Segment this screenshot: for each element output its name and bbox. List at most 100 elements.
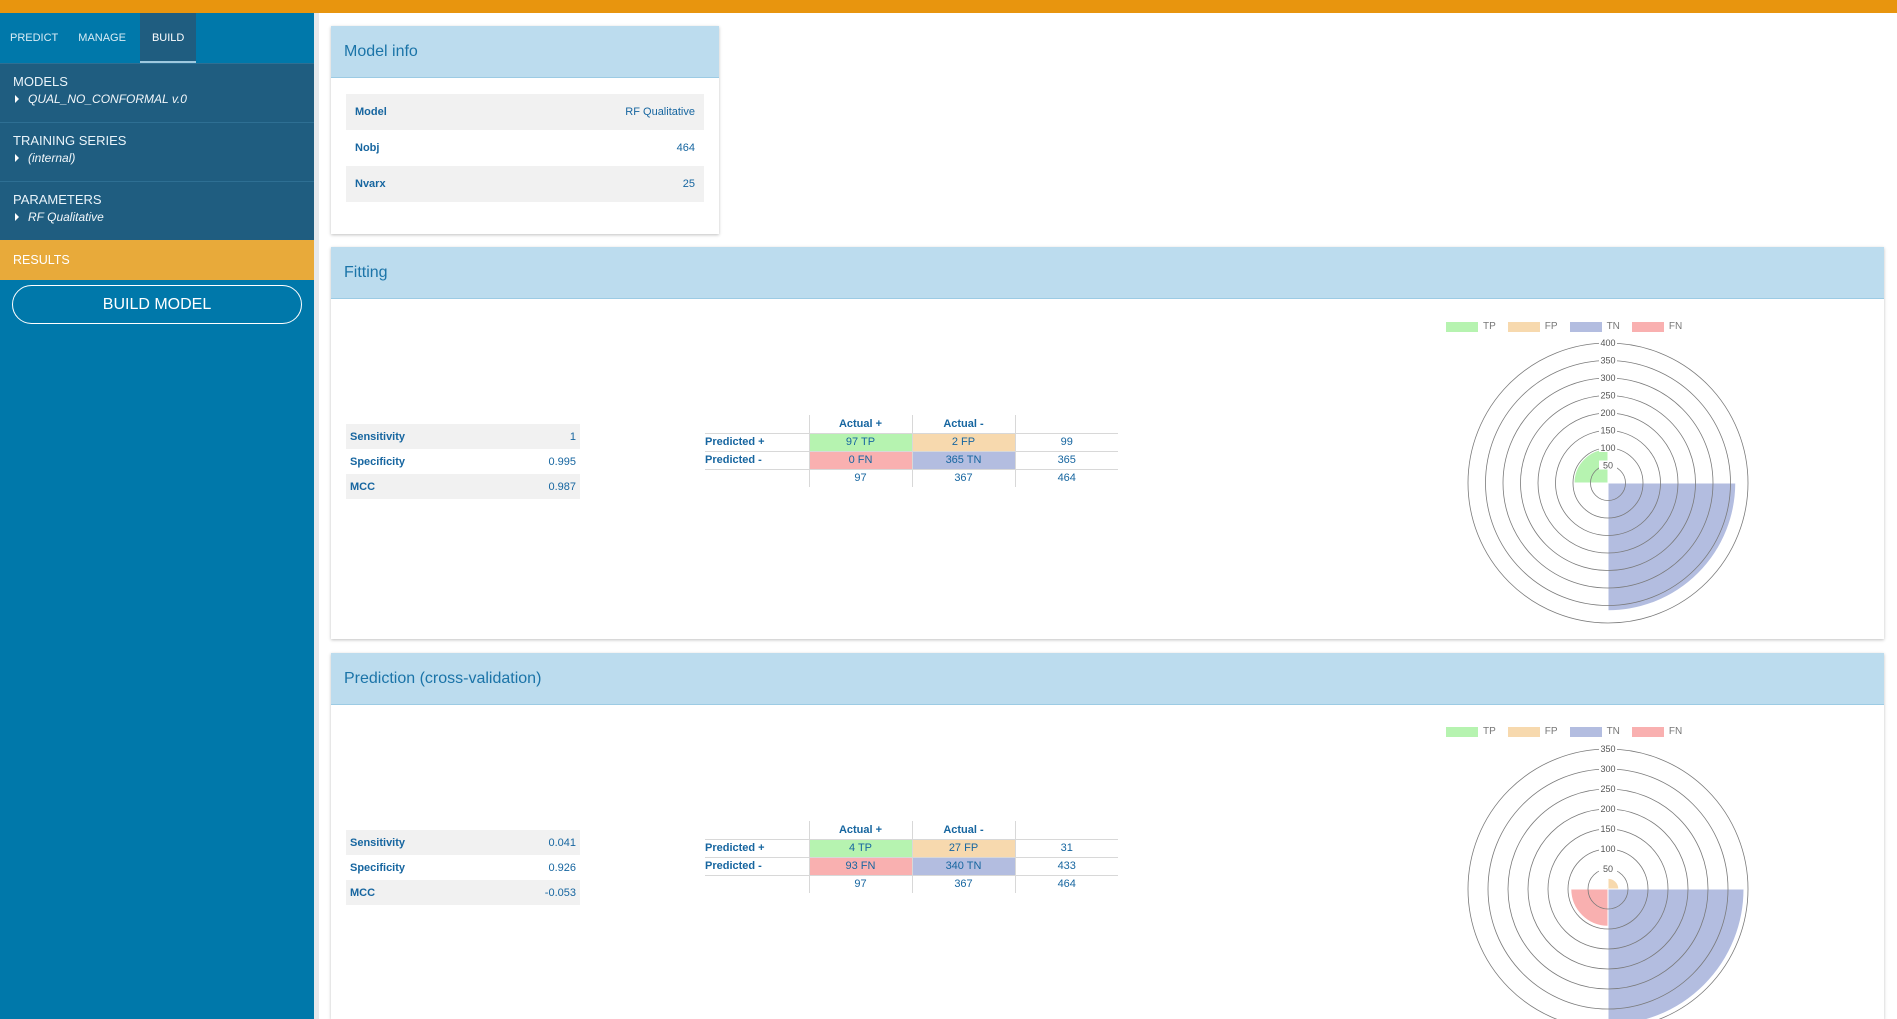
fitting-confusion-matrix: Actual + Actual - Predicted +97 TP 2 FP 99 … <box>705 415 1118 487</box>
tick-label: 150 <box>1600 426 1615 436</box>
parameters-value[interactable]: RF Qualitative <box>13 210 301 224</box>
top-accent-bar <box>0 0 1897 13</box>
specificity-label: Specificity <box>350 455 406 468</box>
training-value[interactable]: (internal) <box>13 151 301 165</box>
polar-wedge-tn[interactable] <box>1607 888 1745 1019</box>
specificity-value: 0.995 <box>548 455 576 468</box>
cell-row-total: 365 <box>1015 450 1118 469</box>
parameters-value-text: RF Qualitative <box>28 210 104 224</box>
table-row: Predicted -93 FN 340 TN 433 <box>705 856 1118 875</box>
mcc-value: 0.987 <box>495 474 580 499</box>
parameters-heading: PARAMETERS <box>13 192 102 207</box>
polar-wedge-fp[interactable] <box>1607 877 1620 890</box>
tab-predict[interactable]: PREDICT <box>0 13 68 63</box>
fitting-chart-legend: TP FP TN FN <box>1446 321 1682 332</box>
nvarx-value: 25 <box>475 166 704 202</box>
polar-wedge-fn[interactable] <box>1570 888 1609 927</box>
models-value[interactable]: QUAL_NO_CONFORMAL v.0 <box>13 92 301 106</box>
fitting-card: Fitting Sensitivity 1 Specificity 0.995 MC… <box>331 247 1884 639</box>
fitting-metrics-table: Sensitivity 1 Specificity 0.995 MCC 0.987 <box>346 424 580 499</box>
table-row: Predicted +97 TP 2 FP 99 <box>705 432 1118 451</box>
prediction-metrics-table: Sensitivity 0.041 Specificity 0.926 MCC -0.… <box>346 830 580 905</box>
table-row: Specificity 0.926 <box>346 855 580 880</box>
nobj-label: Nobj <box>355 142 380 154</box>
polar-wedge-tn[interactable] <box>1607 482 1737 612</box>
row-label-pred-neg: Predicted - <box>705 856 810 875</box>
header-actual-neg: Actual - <box>912 415 1016 433</box>
table-row: Predicted -0 FN 365 TN 365 <box>705 450 1118 469</box>
legend-tn[interactable]: TN <box>1569 321 1620 332</box>
tick-label: 250 <box>1600 784 1615 794</box>
cell-col-total: 97 <box>809 468 913 487</box>
legend-fn[interactable]: FN <box>1631 321 1682 332</box>
sidebar-item-parameters[interactable]: PARAMETERS RF Qualitative <box>0 181 314 240</box>
sidebar-item-models[interactable]: MODELS QUAL_NO_CONFORMAL v.0 <box>0 63 314 122</box>
sidebar-item-results[interactable]: RESULTS <box>0 240 314 280</box>
sensitivity-label: Sensitivity <box>346 424 496 449</box>
prediction-title: Prediction (cross-validation) <box>331 653 1884 705</box>
fitting-polar-chart: 50 100 150 200 250 300 350 400 <box>1467 338 1749 624</box>
header-actual-neg: Actual - <box>912 821 1016 839</box>
table-row: MCC 0.987 <box>346 474 580 499</box>
legend-tp[interactable]: TP <box>1446 726 1496 737</box>
legend-fp[interactable]: FP <box>1507 321 1558 332</box>
cell-fn: 93 FN <box>809 856 913 875</box>
caret-right-icon <box>15 95 19 103</box>
table-row: Nvarx 25 <box>346 166 704 202</box>
model-label: Model <box>346 94 476 130</box>
model-value: RF Qualitative <box>475 94 704 130</box>
sidebar-item-training-series[interactable]: TRAINING SERIES (internal) <box>0 122 314 181</box>
caret-right-icon <box>15 213 19 221</box>
build-model-button[interactable]: BUILD MODEL <box>12 285 302 324</box>
tick-label: 150 <box>1600 824 1615 834</box>
tick-label: 300 <box>1600 764 1615 774</box>
sidebar: PREDICT MANAGE BUILD MODELS QUAL_NO_CONF… <box>0 13 314 1019</box>
table-row: Sensitivity 1 <box>346 424 580 449</box>
tick-label: 200 <box>1600 804 1615 814</box>
tick-label: 100 <box>1600 443 1615 453</box>
tick-label: 400 <box>1600 338 1615 348</box>
tab-manage[interactable]: MANAGE <box>68 13 136 63</box>
cell-tp: 97 TP <box>809 432 913 451</box>
specificity-label: Specificity <box>350 861 406 874</box>
table-row: Specificity 0.995 <box>346 449 580 474</box>
cell-tp: 4 TP <box>809 838 913 857</box>
cell-grand-total: 464 <box>1015 468 1118 487</box>
sidebar-edge <box>314 13 319 1019</box>
mcc-label: MCC <box>346 880 491 905</box>
tick-label: 300 <box>1600 373 1615 383</box>
cell-grand-total: 464 <box>1015 874 1118 893</box>
models-value-text: QUAL_NO_CONFORMAL v.0 <box>28 92 187 106</box>
table-row: Actual + Actual - <box>705 415 1118 433</box>
cell-fp: 2 FP <box>912 432 1016 451</box>
legend-fp[interactable]: FP <box>1507 726 1558 737</box>
tick-label: 50 <box>1603 864 1613 874</box>
row-label-pred-pos: Predicted + <box>705 432 810 451</box>
header-actual-pos: Actual + <box>809 415 913 433</box>
tick-label: 350 <box>1600 356 1615 366</box>
model-info-table: Model RF Qualitative Nobj 464 Nvarx 25 <box>346 94 704 202</box>
tick-label: 100 <box>1600 844 1615 854</box>
fitting-title: Fitting <box>331 247 1884 299</box>
header-actual-pos: Actual + <box>809 821 913 839</box>
model-info-title: Model info <box>331 26 719 78</box>
prediction-chart-legend: TP FP TN FN <box>1446 726 1682 737</box>
prediction-card: Prediction (cross-validation) Sensitivit… <box>331 653 1884 1019</box>
table-row: Predicted +4 TP 27 FP 31 <box>705 838 1118 857</box>
legend-fn[interactable]: FN <box>1631 726 1682 737</box>
models-heading: MODELS <box>13 74 68 89</box>
cell-row-total: 31 <box>1015 838 1118 857</box>
tick-label: 350 <box>1600 744 1615 754</box>
mcc-value: -0.053 <box>490 880 580 905</box>
legend-tp[interactable]: TP <box>1446 321 1496 332</box>
specificity-value: 0.926 <box>548 861 576 874</box>
sensitivity-value: 1 <box>495 424 580 449</box>
tick-label: 50 <box>1603 461 1613 471</box>
legend-tn[interactable]: TN <box>1569 726 1620 737</box>
cell-row-total: 433 <box>1015 856 1118 875</box>
cell-col-total: 367 <box>912 874 1016 893</box>
cell-col-total: 367 <box>912 468 1016 487</box>
mcc-label: MCC <box>346 474 496 499</box>
sensitivity-value: 0.041 <box>490 830 580 855</box>
tab-build[interactable]: BUILD <box>139 13 197 63</box>
